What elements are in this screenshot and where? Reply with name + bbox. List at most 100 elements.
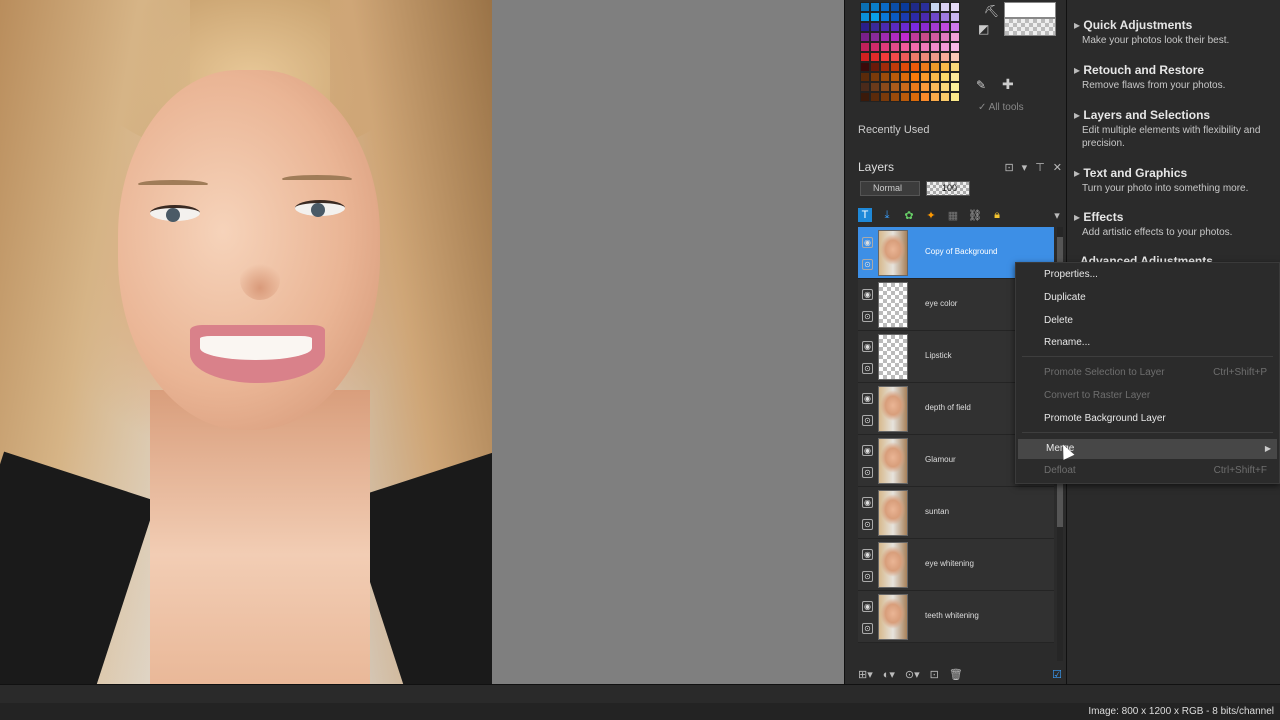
new-layer-icon[interactable]: ⊞▾	[858, 668, 873, 681]
color-swatch[interactable]	[900, 2, 910, 12]
color-swatch[interactable]	[860, 12, 870, 22]
foreground-color-box[interactable]	[1004, 2, 1056, 18]
category-title[interactable]: Quick Adjustments	[1074, 18, 1274, 32]
color-swatch[interactable]	[880, 2, 890, 12]
layer-name[interactable]: suntan	[925, 507, 949, 516]
color-swatch[interactable]	[950, 82, 960, 92]
panel-pin-icon[interactable]: ⊤	[1035, 161, 1045, 174]
layer-thumbnail[interactable]	[878, 334, 908, 380]
category-item[interactable]: Retouch and Restore Remove flaws from you…	[1074, 63, 1274, 92]
color-swatch[interactable]	[880, 72, 890, 82]
layer-mode-icon[interactable]: ⊙	[862, 519, 873, 530]
color-swatch[interactable]	[950, 52, 960, 62]
color-swatch[interactable]	[890, 42, 900, 52]
color-swatch[interactable]	[870, 82, 880, 92]
color-swatch[interactable]	[920, 52, 930, 62]
layer-row[interactable]: ◉ ⊙ eye whitening	[858, 539, 1054, 591]
color-swatch[interactable]	[940, 92, 950, 102]
visibility-toggle-icon[interactable]: ◉	[862, 445, 873, 456]
color-swatch[interactable]	[900, 72, 910, 82]
color-swatch[interactable]	[950, 72, 960, 82]
color-swatch[interactable]	[900, 32, 910, 42]
color-swatch[interactable]	[900, 22, 910, 32]
color-swatch[interactable]	[950, 32, 960, 42]
color-swatch[interactable]	[930, 52, 940, 62]
color-swatch[interactable]	[880, 52, 890, 62]
color-swatch[interactable]	[880, 32, 890, 42]
all-tools-checkbox[interactable]: ✓ All tools	[978, 102, 1024, 113]
layer-name[interactable]: Glamour	[925, 455, 956, 464]
layer-row[interactable]: ◉ ⊙ teeth whitening	[858, 591, 1054, 643]
color-swatch[interactable]	[940, 42, 950, 52]
background-color-box[interactable]	[1004, 18, 1056, 36]
layer-thumbnail[interactable]	[878, 282, 908, 328]
dropper-tool-icon[interactable]: ✎	[976, 78, 986, 92]
color-swatch[interactable]	[940, 22, 950, 32]
color-swatch[interactable]	[880, 12, 890, 22]
vector-layer-icon[interactable]: ⤓	[880, 208, 894, 222]
layer-thumbnail[interactable]	[878, 490, 908, 536]
color-swatch[interactable]	[910, 62, 920, 72]
color-swatch[interactable]	[940, 12, 950, 22]
color-swatch[interactable]	[910, 92, 920, 102]
layer-properties-icon[interactable]: ☑	[1052, 668, 1062, 681]
color-swatch[interactable]	[900, 92, 910, 102]
layer-mode-icon[interactable]: ⊙	[862, 363, 873, 374]
color-swatch[interactable]	[950, 22, 960, 32]
menu-item[interactable]: Merge ▶	[1018, 439, 1277, 459]
color-swatch[interactable]	[910, 22, 920, 32]
color-swatch[interactable]	[860, 92, 870, 102]
color-swatch[interactable]	[920, 92, 930, 102]
color-swatch[interactable]	[880, 62, 890, 72]
color-swatch[interactable]	[860, 72, 870, 82]
color-swatch[interactable]	[950, 42, 960, 52]
color-swatch[interactable]	[870, 32, 880, 42]
color-swatch[interactable]	[870, 12, 880, 22]
color-swatch[interactable]	[890, 32, 900, 42]
category-item[interactable]: Effects Add artistic effects to your phot…	[1074, 210, 1274, 239]
category-item[interactable]: Layers and Selections Edit multiple eleme…	[1074, 108, 1274, 150]
color-swatch[interactable]	[870, 92, 880, 102]
color-swatch[interactable]	[880, 92, 890, 102]
layer-thumbnail[interactable]	[878, 542, 908, 588]
lock-icon[interactable]: 🔒︎	[990, 208, 1004, 222]
layer-mode-icon[interactable]: ⊙	[862, 311, 873, 322]
link-icon[interactable]: ⛓	[968, 208, 982, 222]
color-swatch[interactable]	[910, 52, 920, 62]
menu-item[interactable]: Delete	[1016, 311, 1279, 331]
layer-name[interactable]: eye whitening	[925, 559, 974, 568]
color-swatch[interactable]	[890, 92, 900, 102]
layer-mode-icon[interactable]: ⊙	[862, 623, 873, 634]
category-title[interactable]: Text and Graphics	[1074, 166, 1274, 180]
raster-layer-icon[interactable]: T	[858, 208, 872, 222]
color-swatch[interactable]	[890, 82, 900, 92]
color-swatch[interactable]	[870, 52, 880, 62]
color-swatch-grid[interactable]	[860, 2, 964, 106]
category-title[interactable]: Retouch and Restore	[1074, 63, 1274, 77]
panel-close-icon[interactable]: ✕	[1053, 161, 1062, 174]
blend-mode-dropdown[interactable]: Normal	[860, 181, 920, 196]
delete-layer-icon[interactable]: 🗑︎	[949, 668, 963, 681]
color-swatch[interactable]	[930, 62, 940, 72]
add-swatch-icon[interactable]: ✚	[1002, 76, 1014, 93]
color-swatch[interactable]	[920, 62, 930, 72]
color-swatch[interactable]	[930, 12, 940, 22]
visibility-toggle-icon[interactable]: ◉	[862, 549, 873, 560]
color-swatch[interactable]	[860, 52, 870, 62]
visibility-toggle-icon[interactable]: ◉	[862, 341, 873, 352]
color-swatch[interactable]	[860, 22, 870, 32]
category-item[interactable]: Text and Graphics Turn your photo into so…	[1074, 166, 1274, 195]
color-swatch[interactable]	[920, 2, 930, 12]
color-swatch[interactable]	[890, 52, 900, 62]
layer-thumbnail[interactable]	[878, 230, 908, 276]
color-swatch[interactable]	[940, 72, 950, 82]
mask-icon[interactable]: ⊙▾	[905, 668, 920, 681]
color-swatch[interactable]	[890, 12, 900, 22]
color-swatch[interactable]	[920, 12, 930, 22]
color-swatch[interactable]	[860, 42, 870, 52]
category-title[interactable]: Layers and Selections	[1074, 108, 1274, 122]
panel-float-icon[interactable]: ⊡	[1004, 161, 1013, 174]
color-swatch[interactable]	[930, 42, 940, 52]
menu-item[interactable]: Duplicate	[1016, 288, 1279, 308]
visibility-toggle-icon[interactable]: ◉	[862, 237, 873, 248]
